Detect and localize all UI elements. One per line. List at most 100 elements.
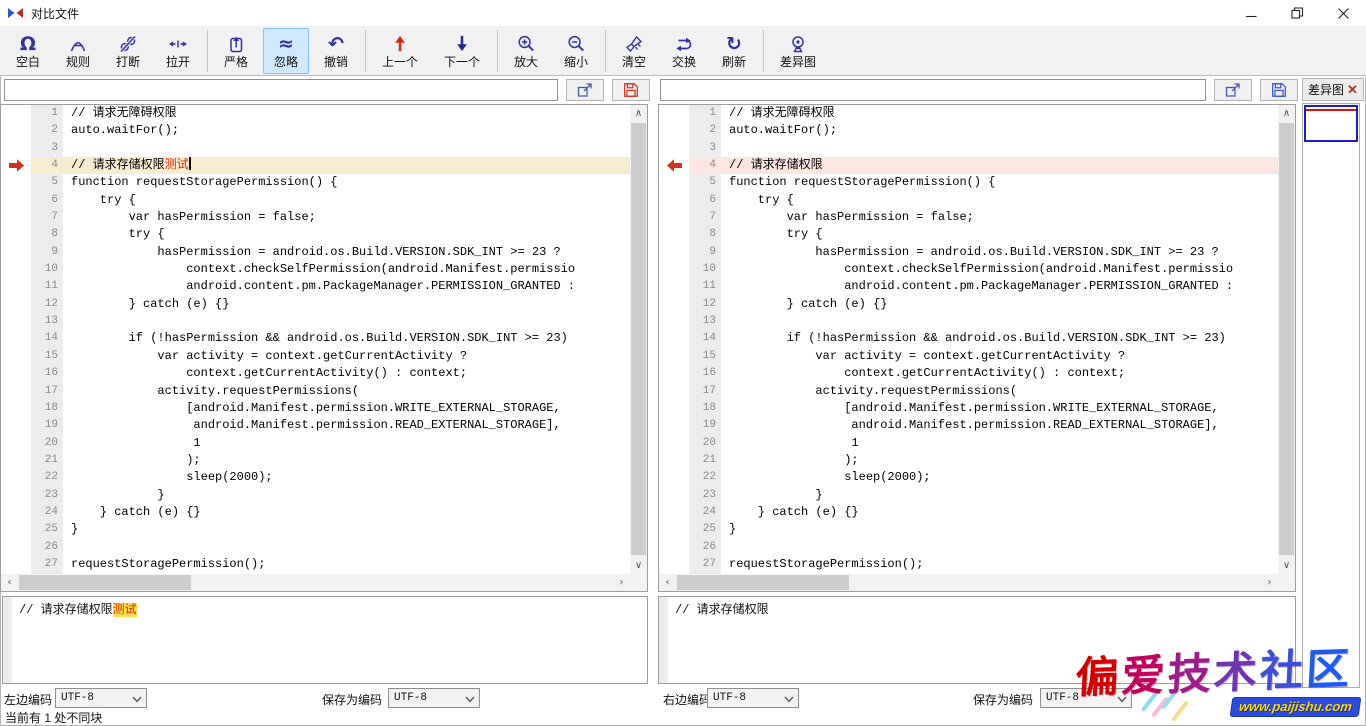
- code-line-text[interactable]: } catch (e) {}: [721, 296, 1278, 313]
- toolbar-button-swap[interactable]: 交换: [661, 28, 707, 74]
- left-vertical-scroll-thumb[interactable]: [631, 123, 646, 555]
- right-vertical-scrollbar[interactable]: ∧∨: [1278, 105, 1295, 574]
- right-file-path-input[interactable]: [660, 79, 1206, 101]
- toolbar-button-previous[interactable]: 上一个: [371, 28, 429, 74]
- code-line-text[interactable]: [721, 140, 1278, 157]
- right-open-file-button[interactable]: [1214, 79, 1252, 101]
- right-diff-preview[interactable]: // 请求存储权限: [658, 596, 1296, 684]
- toolbar-button-rules[interactable]: 规则: [55, 28, 101, 74]
- code-line-text[interactable]: }: [63, 521, 630, 538]
- code-line-text[interactable]: // 请求存储权限: [721, 157, 1278, 174]
- toolbar-button-refresh[interactable]: ↻刷新: [711, 28, 757, 74]
- toolbar-button-blank[interactable]: Ω空白: [5, 28, 51, 74]
- code-line-text[interactable]: context.getCurrentActivity() : context;: [63, 365, 630, 382]
- code-line-text[interactable]: 1: [63, 435, 630, 452]
- left-save-button[interactable]: [612, 79, 650, 101]
- left-vertical-scrollbar[interactable]: ∧∨: [630, 105, 647, 574]
- scroll-down-icon[interactable]: ∨: [1278, 557, 1295, 574]
- diff-map-close-icon[interactable]: ✕: [1347, 84, 1358, 96]
- toolbar-button-diff-map[interactable]: 差异图: [769, 28, 827, 74]
- minimize-button[interactable]: [1228, 0, 1274, 26]
- code-line-text[interactable]: );: [63, 452, 630, 469]
- code-line-text[interactable]: } catch (e) {}: [63, 296, 630, 313]
- scroll-left-icon[interactable]: ‹: [1, 574, 18, 591]
- diff-map-viewport[interactable]: [1304, 105, 1358, 142]
- code-line-text[interactable]: if (!hasPermission && android.os.Build.V…: [721, 330, 1278, 347]
- code-line-text[interactable]: }: [63, 487, 630, 504]
- code-line-text[interactable]: requestStoragePermission();: [721, 556, 1278, 573]
- right-horizontal-scroll-thumb[interactable]: [677, 575, 849, 590]
- right-save-button[interactable]: [1260, 79, 1298, 101]
- code-line-text[interactable]: }: [721, 521, 1278, 538]
- code-line-text[interactable]: hasPermission = android.os.Build.VERSION…: [63, 244, 630, 261]
- toolbar-button-zoom-out[interactable]: 缩小: [553, 28, 599, 74]
- code-line-text[interactable]: try {: [721, 192, 1278, 209]
- code-line-text[interactable]: // 请求无障碍权限: [63, 105, 630, 122]
- scroll-up-icon[interactable]: ∧: [1278, 105, 1295, 122]
- code-line-text[interactable]: function requestStoragePermission() {: [63, 174, 630, 191]
- code-line-text[interactable]: activity.requestPermissions(: [63, 383, 630, 400]
- left-horizontal-scrollbar[interactable]: ‹›: [1, 574, 630, 591]
- toolbar-button-undo[interactable]: ↶撤销: [313, 28, 359, 74]
- code-line-text[interactable]: if (!hasPermission && android.os.Build.V…: [63, 330, 630, 347]
- code-line-text[interactable]: );: [721, 452, 1278, 469]
- scroll-left-icon[interactable]: ‹: [659, 574, 676, 591]
- code-line-text[interactable]: try {: [63, 192, 630, 209]
- code-line-text[interactable]: context.checkSelfPermission(android.Mani…: [721, 261, 1278, 278]
- scroll-right-icon[interactable]: ›: [613, 574, 630, 591]
- code-line-text[interactable]: [63, 313, 630, 330]
- code-line-text[interactable]: sleep(2000);: [63, 469, 630, 486]
- code-line-text[interactable]: var activity = context.getCurrentActivit…: [63, 348, 630, 365]
- code-line-text[interactable]: [63, 140, 630, 157]
- right-horizontal-scrollbar[interactable]: ‹›: [659, 574, 1278, 591]
- code-line-text[interactable]: }: [721, 487, 1278, 504]
- code-line-text[interactable]: var hasPermission = false;: [721, 209, 1278, 226]
- scroll-right-icon[interactable]: ›: [1261, 574, 1278, 591]
- toolbar-button-zoom-in[interactable]: 放大: [503, 28, 549, 74]
- toolbar-button-ignore[interactable]: ≈忽略: [263, 28, 309, 74]
- right-vertical-scroll-thumb[interactable]: [1279, 123, 1294, 555]
- code-line-text[interactable]: 1: [721, 435, 1278, 452]
- left-diff-preview[interactable]: // 请求存储权限测试: [2, 596, 648, 684]
- code-line-text[interactable]: // 请求无障碍权限: [721, 105, 1278, 122]
- code-line-text[interactable]: auto.waitFor();: [63, 122, 630, 139]
- restore-button[interactable]: [1274, 0, 1320, 26]
- code-line-text[interactable]: try {: [721, 226, 1278, 243]
- left-encoding-select[interactable]: UTF-8: [55, 688, 147, 708]
- code-line-text[interactable]: var activity = context.getCurrentActivit…: [721, 348, 1278, 365]
- toolbar-button-clear[interactable]: 清空: [611, 28, 657, 74]
- code-line-text[interactable]: try {: [63, 226, 630, 243]
- code-line-text[interactable]: android.Manifest.permission.READ_EXTERNA…: [63, 417, 630, 434]
- code-line-text[interactable]: requestStoragePermission();: [63, 556, 630, 573]
- code-line-text[interactable]: sleep(2000);: [721, 469, 1278, 486]
- code-line-text[interactable]: var hasPermission = false;: [63, 209, 630, 226]
- code-line-text[interactable]: } catch (e) {}: [721, 504, 1278, 521]
- code-line-text[interactable]: android.Manifest.permission.READ_EXTERNA…: [721, 417, 1278, 434]
- code-line-text[interactable]: [721, 539, 1278, 556]
- code-line-text[interactable]: function requestStoragePermission() {: [721, 174, 1278, 191]
- code-line-text[interactable]: [721, 313, 1278, 330]
- toolbar-button-next[interactable]: 下一个: [433, 28, 491, 74]
- code-line-text[interactable]: context.checkSelfPermission(android.Mani…: [63, 261, 630, 278]
- code-line-text[interactable]: [android.Manifest.permission.WRITE_EXTER…: [721, 400, 1278, 417]
- code-line-text[interactable]: android.content.pm.PackageManager.PERMIS…: [63, 278, 630, 295]
- close-button[interactable]: [1320, 0, 1366, 26]
- toolbar-button-strict[interactable]: 严格: [213, 28, 259, 74]
- left-open-file-button[interactable]: [566, 79, 604, 101]
- left-file-path-input[interactable]: [4, 79, 558, 101]
- diff-map[interactable]: [1302, 103, 1360, 688]
- code-line-text[interactable]: activity.requestPermissions(: [721, 383, 1278, 400]
- save-as-encoding-right-select[interactable]: UTF-8: [1040, 688, 1132, 708]
- code-line-text[interactable]: android.content.pm.PackageManager.PERMIS…: [721, 278, 1278, 295]
- code-line-text[interactable]: // 请求存储权限测试: [63, 157, 630, 174]
- scroll-up-icon[interactable]: ∧: [630, 105, 647, 122]
- toolbar-button-break[interactable]: 打断: [105, 28, 151, 74]
- right-encoding-select[interactable]: UTF-8: [707, 688, 799, 708]
- toolbar-button-pull-apart[interactable]: 拉开: [155, 28, 201, 74]
- code-line-text[interactable]: } catch (e) {}: [63, 504, 630, 521]
- code-line-text[interactable]: auto.waitFor();: [721, 122, 1278, 139]
- scroll-down-icon[interactable]: ∨: [630, 557, 647, 574]
- code-line-text[interactable]: hasPermission = android.os.Build.VERSION…: [721, 244, 1278, 261]
- left-horizontal-scroll-thumb[interactable]: [19, 575, 191, 590]
- save-as-encoding-left-select[interactable]: UTF-8: [388, 688, 480, 708]
